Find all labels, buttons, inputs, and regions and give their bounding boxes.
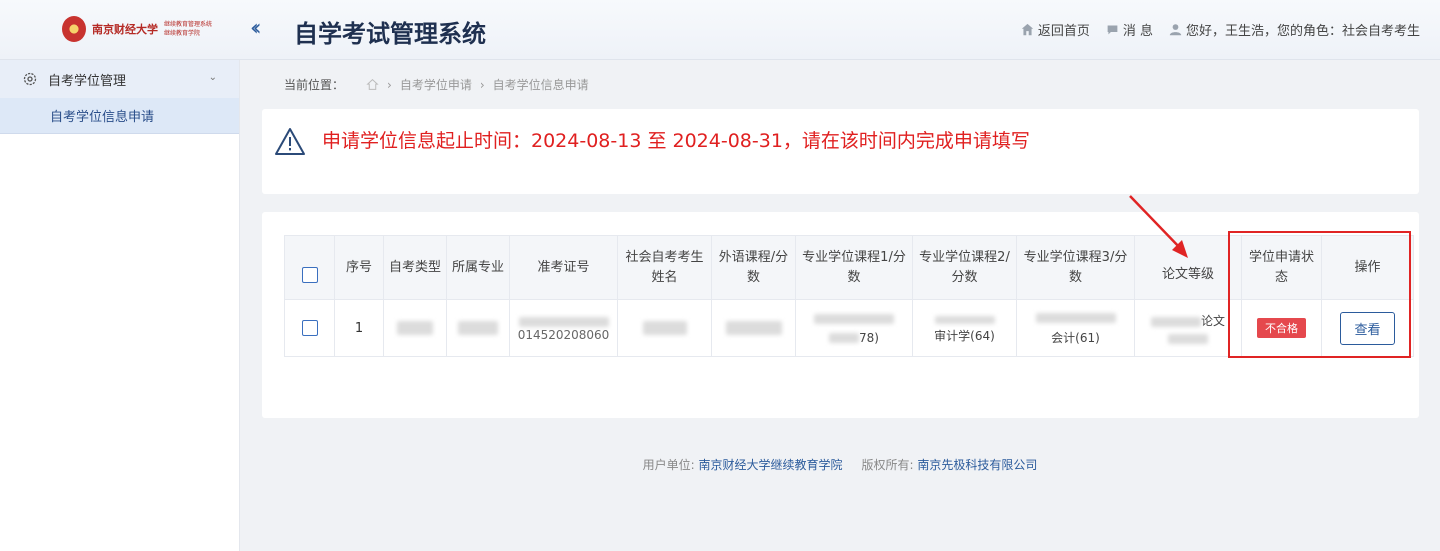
footer-org-label: 用户单位: [642, 458, 695, 472]
redacted-value [814, 314, 894, 324]
redacted-value [1168, 333, 1208, 344]
redacted-value [1150, 316, 1201, 327]
footer-org-link[interactable]: 南京财经大学继续教育学院 [698, 458, 842, 472]
university-logo[interactable]: 南京财经大学 继续教育管理系统 继续教育学院 [62, 14, 212, 44]
logo-subtitle-line-1: 继续教育管理系统 [163, 21, 212, 28]
thesis-partial: 论文 [1200, 314, 1225, 328]
select-all-checkbox[interactable] [301, 266, 318, 283]
degree-application-table: 序号 自考类型 所属专业 准考证号 社会自考考生姓名 外语课程/分数 专业学位课… [284, 235, 1414, 357]
messages-link-label: 消 息 [1122, 24, 1153, 39]
footer: 用户单位: 南京财经大学继续教育学院 版权所有: 南京先极科技有限公司 [240, 456, 1440, 473]
exam-number-cell: 014520208060 [509, 299, 618, 357]
messages-link[interactable]: 消 息 [1106, 20, 1153, 39]
course1-cell: 78) [795, 299, 913, 357]
home-link-label: 返回首页 [1037, 24, 1090, 39]
user-icon [1169, 24, 1182, 36]
home-icon[interactable] [366, 78, 379, 91]
column-header: 操作 [1321, 235, 1414, 300]
column-header: 专业学位课程3/分数 [1016, 235, 1135, 300]
course3-cell: 会计(61) [1016, 299, 1135, 357]
course1-partial: 78) [796, 331, 912, 345]
redacted-value [934, 315, 995, 324]
footer-copyright-link[interactable]: 南京先极科技有限公司 [917, 458, 1037, 472]
warning-icon [275, 128, 305, 155]
user-greeting: 您好，王生浩，您的角色：社会自考考生 [1185, 24, 1420, 39]
logo-subtitle-line-2: 继续教育学院 [163, 30, 200, 37]
column-header: 专业学位课程2/分数 [912, 235, 1017, 300]
column-header: 外语课程/分数 [711, 235, 796, 300]
column-header: 准考证号 [509, 235, 618, 300]
major-cell [446, 299, 510, 357]
course3-partial: 会计(61) [1051, 331, 1100, 345]
column-header: 专业学位课程1/分数 [795, 235, 913, 300]
breadcrumb-item-current: 自考学位信息申请 [492, 78, 589, 92]
column-header: 学位申请状态 [1241, 235, 1322, 300]
home-link[interactable]: 返回首页 [1021, 20, 1090, 39]
logo-subtitle: 继续教育管理系统 继续教育学院 [164, 20, 212, 38]
breadcrumb-separator: › [387, 77, 392, 92]
header-actions: 返回首页 消 息 您好，王生浩，您的角色：社会自考考生 [1021, 20, 1420, 39]
column-header: 所属专业 [446, 235, 510, 300]
sidebar-group-degree-management[interactable]: 自考学位管理 ⌄ [0, 60, 239, 98]
column-header: 社会自考考生姓名 [617, 235, 712, 300]
column-header: 论文等级 [1134, 235, 1242, 300]
breadcrumb-item[interactable]: 自考学位申请 [400, 76, 472, 93]
redacted-value [518, 317, 609, 327]
redacted-value [1035, 312, 1116, 323]
row-index: 1 [334, 299, 384, 357]
degree-application-panel: 序号 自考类型 所属专业 准考证号 社会自考考生姓名 外语课程/分数 专业学位课… [262, 212, 1419, 418]
column-header: 序号 [334, 235, 384, 300]
redacted-value [829, 333, 860, 343]
sidebar: 自考学位管理 ⌄ 自考学位信息申请 [0, 60, 240, 551]
degree-status-cell: 不合格 [1241, 299, 1322, 357]
table-row: 1 014520208060 78) 审计学(64) 会计(61) 论文 不合格… [284, 299, 1414, 357]
logo-name: 南京财经大学 [91, 23, 158, 36]
redacted-value [725, 321, 782, 335]
column-header: 自考类型 [383, 235, 447, 300]
application-period-notice: 申请学位信息起止时间：2024-08-13 至 2024-08-31，请在该时间… [262, 109, 1419, 194]
status-badge: 不合格 [1257, 318, 1306, 338]
gear-icon [23, 72, 37, 86]
footer-copyright-label: 版权所有: [861, 458, 914, 472]
exam-type-cell [383, 299, 447, 357]
breadcrumb: 当前位置： › 自考学位申请 › 自考学位信息申请 [284, 76, 589, 93]
notice-text: 申请学位信息起止时间：2024-08-13 至 2024-08-31，请在该时间… [322, 130, 1030, 152]
redacted-value [642, 321, 687, 335]
breadcrumb-label: 当前位置： [284, 78, 345, 92]
message-icon [1107, 25, 1118, 35]
course1-partial-text: 78) [859, 330, 879, 345]
home-icon [1021, 23, 1034, 36]
app-title: 自学考试管理系统 [294, 20, 486, 48]
select-all-cell [284, 235, 335, 300]
sidebar-item-degree-application[interactable]: 自考学位信息申请 [0, 98, 239, 134]
course2-cell: 审计学(64) [912, 299, 1017, 357]
thesis-partial-line: 论文 [1135, 312, 1241, 329]
thesis-grade-cell: 论文 [1134, 299, 1242, 357]
foreign-language-cell [711, 299, 796, 357]
sidebar-item-label: 自考学位信息申请 [50, 110, 155, 125]
university-seal-icon [62, 16, 86, 42]
row-select-cell [284, 299, 335, 357]
collapse-sidebar-icon[interactable]: ‹‹ [250, 18, 261, 40]
redacted-value [397, 321, 433, 335]
course2-partial: 审计学(64) [934, 329, 995, 343]
row-checkbox[interactable] [301, 320, 318, 336]
chevron-down-icon: ⌄ [208, 72, 217, 83]
exam-number-partial: 014520208060 [517, 327, 610, 342]
top-header: 南京财经大学 继续教育管理系统 继续教育学院 ‹‹ 自学考试管理系统 返回首页 … [0, 0, 1440, 60]
user-info[interactable]: 您好，王生浩，您的角色：社会自考考生 [1169, 20, 1420, 39]
view-button[interactable]: 查看 [1340, 311, 1395, 345]
student-name-cell [617, 299, 712, 357]
breadcrumb-separator: › [479, 77, 485, 92]
sidebar-group-label: 自考学位管理 [48, 73, 127, 89]
redacted-value [458, 321, 498, 335]
table-header-row: 序号 自考类型 所属专业 准考证号 社会自考考生姓名 外语课程/分数 专业学位课… [284, 235, 1414, 300]
action-cell: 查看 [1321, 299, 1414, 357]
